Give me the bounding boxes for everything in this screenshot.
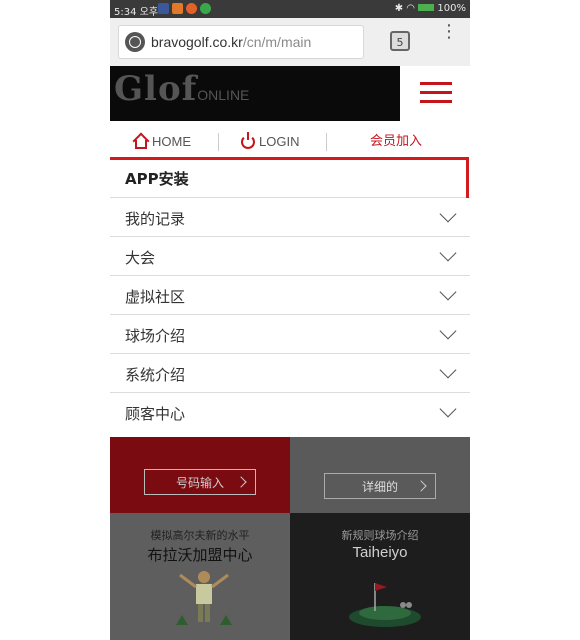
- menu-item-courses[interactable]: 球场介绍: [110, 315, 470, 354]
- phone-screen: 5:34 오후 ✱ ◠ 100% bravogolf.co.kr/cn/m/ma…: [110, 0, 470, 640]
- home-icon: [132, 134, 148, 149]
- address-bar[interactable]: bravogolf.co.kr/cn/m/main: [118, 25, 364, 59]
- chevron-down-icon: [439, 400, 457, 418]
- url-path: /cn/m/main: [242, 34, 312, 50]
- number-input-tile: 号码输入: [110, 437, 290, 513]
- menu-item-label: 大会: [125, 249, 156, 267]
- menu-item-label: 球场介绍: [125, 327, 186, 345]
- detail-tile: 详细的: [290, 437, 470, 513]
- menu-item-label: 系统介绍: [125, 366, 186, 384]
- franchise-subtitle: 模拟高尔夫新的水平: [150, 529, 250, 542]
- nav-divider: [218, 133, 219, 151]
- course-title: Taiheiyo: [352, 544, 408, 561]
- bluetooth-icon: ✱: [394, 3, 404, 14]
- logo-main: Glof: [114, 69, 198, 109]
- overflow-menu-icon[interactable]: ⋮: [440, 23, 458, 54]
- page-background-overlay: 号码输入 详细的 模拟高尔夫新的水平 布拉沃加盟中心 新规则球场介绍 Taihe…: [110, 437, 470, 640]
- menu-item-customer-center[interactable]: 顾客中心: [110, 393, 470, 431]
- golfer-illustration: [176, 571, 232, 625]
- chevron-down-icon: [439, 322, 457, 340]
- chevron-right-icon: [415, 480, 427, 492]
- battery-indicator: ✱ ◠ 100%: [395, 3, 466, 14]
- menu-item-community[interactable]: 虚拟社区: [110, 276, 470, 315]
- logo-sub: ONLINE: [197, 87, 250, 103]
- menu-item-tournament[interactable]: 大会: [110, 237, 470, 276]
- app-icon: [200, 3, 211, 14]
- chevron-down-icon: [439, 205, 457, 223]
- chevron-down-icon: [439, 244, 457, 262]
- url-domain: bravogolf.co.kr: [151, 34, 243, 50]
- nav-join-label: 会员加入: [370, 134, 423, 149]
- highlight-box: [110, 157, 469, 203]
- wifi-icon: ◠: [406, 3, 416, 14]
- detail-label: 详细的: [361, 480, 398, 494]
- dropdown-menu: APP安装 我的记录 大会 虚拟社区 球场介绍 系统介绍 顾客中心: [110, 157, 470, 431]
- nav-home[interactable]: HOME: [132, 121, 191, 159]
- url-text: bravogolf.co.kr/cn/m/main: [151, 34, 311, 50]
- battery-icon: [418, 4, 435, 11]
- chevron-down-icon: [439, 361, 457, 379]
- course-subtitle: 新规则球场介绍: [341, 529, 419, 542]
- top-nav: HOME LOGIN 会员加入: [110, 121, 470, 159]
- browser-icon: [186, 3, 197, 14]
- nav-home-label: HOME: [152, 134, 191, 149]
- number-input-button[interactable]: 号码输入: [144, 469, 256, 495]
- detail-button[interactable]: 详细的: [324, 473, 436, 499]
- course-tile: 新规则球场介绍 Taiheiyo: [290, 513, 470, 640]
- nav-join[interactable]: 会员加入: [370, 121, 422, 159]
- site-header: GlofONLINE: [110, 66, 470, 121]
- globe-icon: [125, 32, 145, 52]
- menu-toggle-button[interactable]: [400, 66, 470, 121]
- menu-item-my-records[interactable]: 我的记录: [110, 198, 470, 237]
- franchise-tile: 模拟高尔夫新的水平 布拉沃加盟中心: [110, 513, 290, 640]
- franchise-title: 布拉沃加盟中心: [147, 546, 253, 564]
- status-time: 5:34 오후: [114, 7, 159, 18]
- menu-item-label: 我的记录: [125, 210, 186, 228]
- golf-course-illustration: [349, 583, 421, 627]
- browser-toolbar: bravogolf.co.kr/cn/m/main 5 ⋮: [110, 18, 470, 66]
- number-input-label: 号码输入: [175, 476, 224, 490]
- chevron-right-icon: [235, 476, 247, 488]
- chevron-down-icon: [439, 283, 457, 301]
- nav-login-label: LOGIN: [259, 134, 300, 149]
- status-bar: 5:34 오후 ✱ ◠ 100%: [110, 0, 470, 18]
- menu-item-system[interactable]: 系统介绍: [110, 354, 470, 393]
- nav-login[interactable]: LOGIN: [241, 121, 299, 159]
- battery-level: 100%: [437, 3, 466, 14]
- facebook-icon: [158, 3, 169, 14]
- nav-divider: [326, 133, 327, 151]
- hamburger-icon: [420, 82, 452, 104]
- menu-item-label: 虚拟社区: [125, 288, 186, 306]
- menu-item-label: 顾客中心: [125, 405, 186, 423]
- site-logo[interactable]: GlofONLINE: [114, 69, 249, 109]
- menu-item-app-install[interactable]: APP安装: [110, 157, 470, 203]
- power-icon: [241, 132, 255, 149]
- tab-switcher-button[interactable]: 5: [390, 31, 410, 51]
- notification-icon: [172, 3, 183, 14]
